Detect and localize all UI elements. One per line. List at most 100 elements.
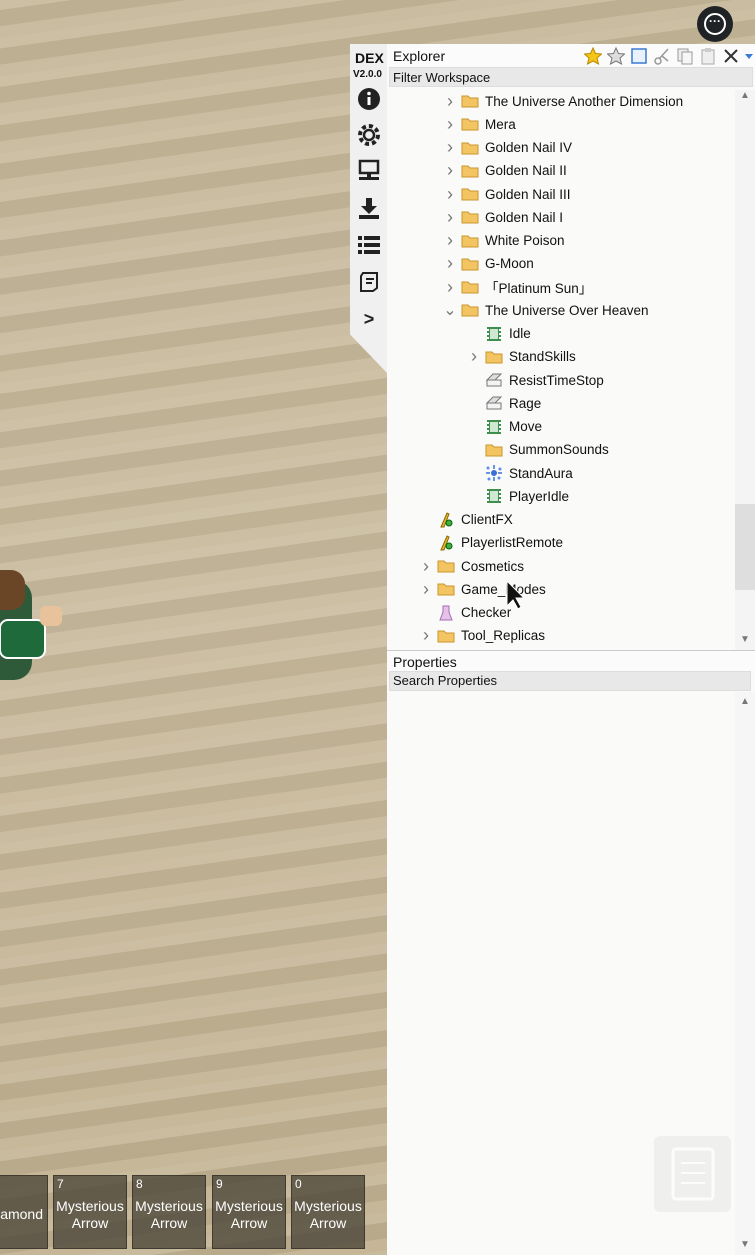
- tree-item[interactable]: Move: [467, 416, 542, 438]
- dropdown-icon[interactable]: [743, 46, 755, 66]
- tree-item-label: Tool_Replicas: [461, 628, 546, 644]
- list-icon[interactable]: [356, 232, 382, 258]
- tree-item-label: ClientFX: [461, 512, 513, 527]
- copy-icon[interactable]: [674, 46, 695, 66]
- chevron-right-icon[interactable]: ›: [443, 160, 457, 181]
- slot-label: Mysterious Arrow: [56, 1198, 124, 1231]
- slot-number: 8: [136, 1177, 143, 1191]
- folder-icon: [460, 232, 480, 250]
- slot-number: 9: [216, 1177, 223, 1191]
- particle-icon: [484, 464, 504, 482]
- tree-item[interactable]: › StandSkills: [467, 346, 576, 368]
- hotbar-slot[interactable]: 0 Mysterious Arrow: [291, 1175, 365, 1249]
- close-icon[interactable]: [720, 46, 741, 66]
- explorer-toolbar: [582, 46, 755, 66]
- folder-icon: [460, 139, 480, 157]
- notes-button[interactable]: [654, 1136, 731, 1212]
- scroll-down-icon[interactable]: ▼: [735, 634, 755, 648]
- tree-item[interactable]: › The Universe Another Dimension: [443, 90, 683, 112]
- tree-item-label: PlayerIdle: [509, 488, 570, 504]
- scroll-down-icon[interactable]: ▼: [735, 1239, 755, 1253]
- slot-number: 0: [295, 1177, 302, 1191]
- chevron-right-icon[interactable]: ›: [419, 625, 433, 646]
- tree-item-label: Game_Modes: [461, 581, 546, 597]
- tree-item[interactable]: › Tool_Replicas: [419, 625, 545, 647]
- chevron-right-icon[interactable]: ›: [443, 184, 457, 205]
- search-properties-input[interactable]: Search Properties: [389, 671, 751, 691]
- tree-item[interactable]: ResistTimeStop: [467, 369, 604, 391]
- scroll-up-icon[interactable]: ▲: [735, 696, 755, 710]
- animation-icon: [484, 418, 504, 436]
- ellipsis-icon: ···: [704, 13, 726, 35]
- properties-title: Properties: [387, 650, 755, 672]
- mouse-cursor-icon: [506, 580, 526, 610]
- chevron-right-icon[interactable]: ›: [443, 253, 457, 274]
- chevron-right-icon[interactable]: ›: [443, 207, 457, 228]
- hotbar-slot[interactable]: 7 Mysterious Arrow: [53, 1175, 127, 1249]
- tree-item[interactable]: Idle: [467, 323, 531, 345]
- hotbar-slot[interactable]: 9 Mysterious Arrow: [212, 1175, 286, 1249]
- hotbar-slot[interactable]: 8 Mysterious Arrow: [132, 1175, 206, 1249]
- tree-item[interactable]: › Mera: [443, 113, 516, 135]
- folder-icon: [460, 115, 480, 133]
- folder-icon: [484, 348, 504, 366]
- console-icon[interactable]: >: [356, 306, 382, 332]
- tree-item[interactable]: StandAura: [467, 462, 573, 484]
- tree-item-label: The Universe Another Dimension: [485, 93, 684, 109]
- network-icon[interactable]: [356, 158, 382, 184]
- tree-item[interactable]: › G-Moon: [443, 253, 534, 275]
- chevron-down-icon[interactable]: ⌄: [443, 300, 457, 320]
- chevron-right-icon[interactable]: ›: [443, 91, 457, 112]
- chevron-right-icon[interactable]: ›: [467, 346, 481, 367]
- info-icon[interactable]: [356, 86, 382, 112]
- tree-item[interactable]: › White Poison: [443, 230, 565, 252]
- tree-item-label: Move: [509, 419, 543, 434]
- paste-icon[interactable]: [697, 46, 718, 66]
- tree-item-label: White Poison: [485, 233, 565, 248]
- folder-icon: [460, 301, 480, 319]
- value-icon: [484, 394, 504, 412]
- tree-item[interactable]: Rage: [467, 392, 541, 414]
- tree-item[interactable]: › 「Platinum Sun」: [443, 276, 592, 298]
- roblox-menu-button[interactable]: ···: [697, 6, 733, 42]
- properties-scrollbar[interactable]: [735, 692, 755, 1255]
- chevron-right-icon[interactable]: ›: [419, 556, 433, 577]
- animation-icon: [484, 325, 504, 343]
- script-icon[interactable]: [356, 269, 382, 295]
- star-icon[interactable]: [582, 46, 603, 66]
- chevron-right-icon[interactable]: ›: [443, 277, 457, 298]
- chevron-right-icon[interactable]: ›: [443, 230, 457, 251]
- tree-item[interactable]: Checker: [419, 602, 511, 624]
- tree-item-label: Checker: [461, 605, 512, 620]
- tree-item[interactable]: › Golden Nail III: [443, 183, 571, 205]
- value-icon: [484, 371, 504, 389]
- dex-title: DEX: [355, 50, 384, 66]
- download-icon[interactable]: [356, 195, 382, 221]
- explorer-scrollbar-thumb[interactable]: [735, 504, 755, 590]
- select-icon[interactable]: [628, 46, 649, 66]
- chevron-right-icon[interactable]: ›: [443, 137, 457, 158]
- tree-item[interactable]: › Golden Nail I: [443, 206, 563, 228]
- filter-workspace-input[interactable]: Filter Workspace: [389, 67, 753, 87]
- folder-icon: [460, 255, 480, 273]
- tree-item[interactable]: PlayerlistRemote: [419, 532, 563, 554]
- folder-icon: [436, 627, 456, 645]
- tree-item[interactable]: ClientFX: [419, 509, 513, 531]
- tree-item[interactable]: › Golden Nail II: [443, 160, 567, 182]
- tree-item[interactable]: › Cosmetics: [419, 555, 524, 577]
- chevron-right-icon[interactable]: ›: [443, 114, 457, 135]
- slot-number: 7: [57, 1177, 64, 1191]
- tree-item[interactable]: › Golden Nail IV: [443, 137, 572, 159]
- tree-item[interactable]: ⌄ The Universe Over Heaven: [443, 299, 648, 321]
- explorer-tree: › The Universe Another Dimension › Mera › Gol…: [387, 90, 735, 650]
- hotbar-slot[interactable]: amond: [0, 1175, 48, 1249]
- tree-item[interactable]: SummonSounds: [467, 439, 609, 461]
- star-outline-icon[interactable]: [605, 46, 626, 66]
- cut-icon[interactable]: [651, 46, 672, 66]
- scroll-up-icon[interactable]: ▲: [735, 90, 755, 104]
- chevron-right-icon[interactable]: ›: [419, 579, 433, 600]
- gear-icon[interactable]: [356, 122, 382, 148]
- tree-item[interactable]: PlayerIdle: [467, 485, 569, 507]
- slot-label: Mysterious Arrow: [215, 1198, 283, 1231]
- tree-item[interactable]: › Game_Modes: [419, 578, 546, 600]
